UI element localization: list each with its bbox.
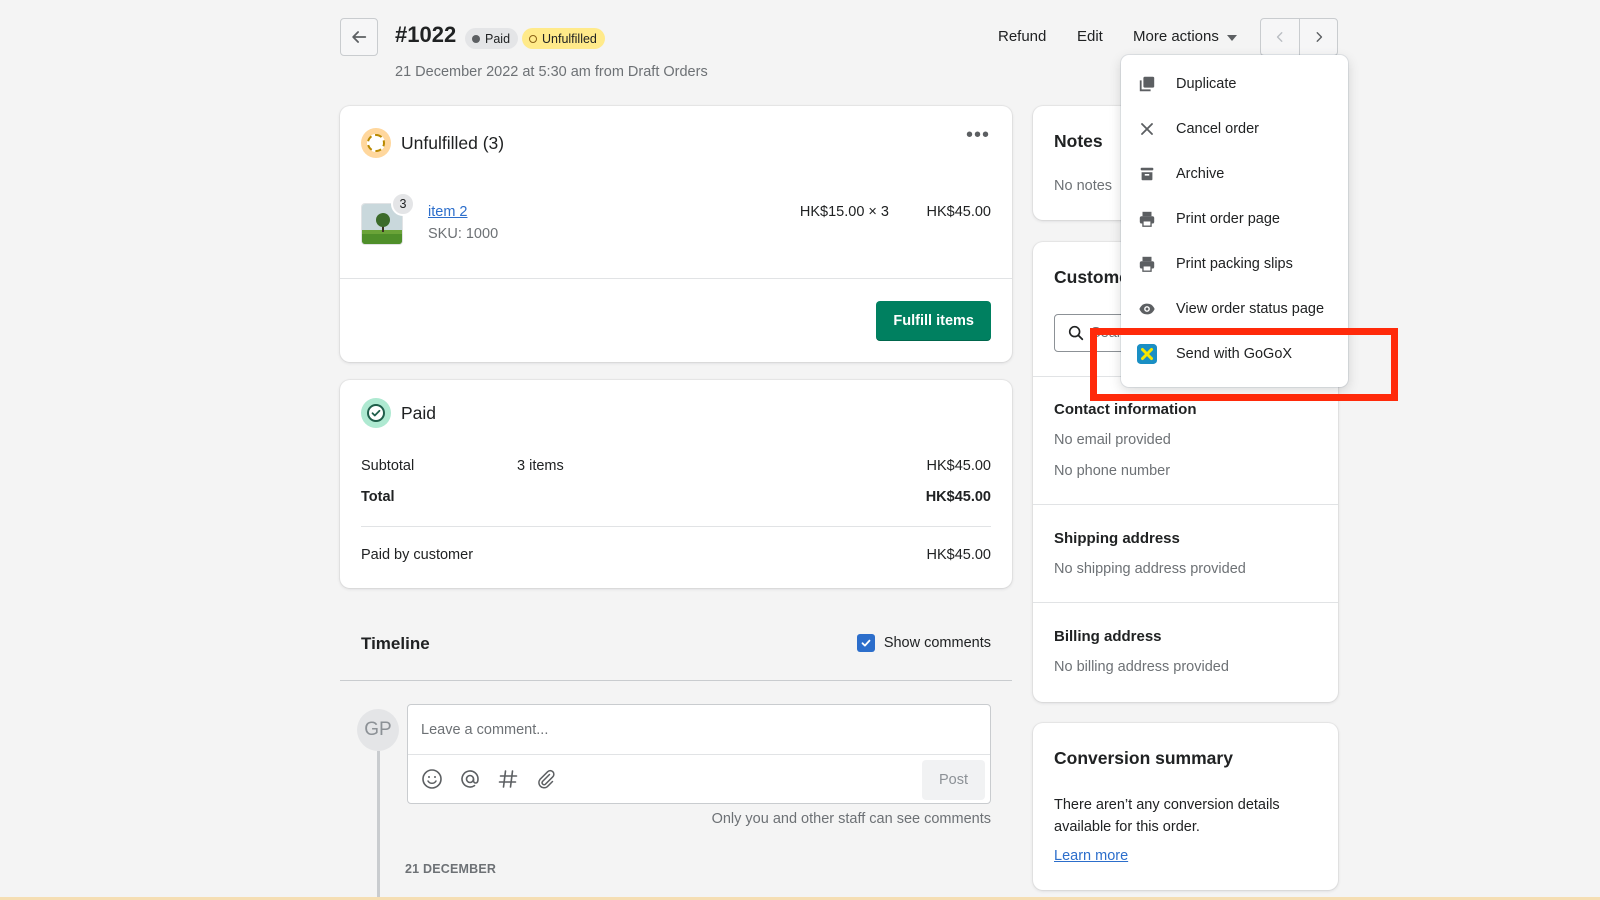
arrow-left-icon (352, 31, 367, 43)
comment-visibility-note: Only you and other staff can see comment… (711, 811, 991, 827)
timeline-date-header: 21 DECEMBER (405, 862, 497, 876)
more-options-icon[interactable]: ••• (966, 124, 990, 147)
divider (1033, 602, 1338, 603)
no-shipping-text: No shipping address provided (1054, 561, 1246, 577)
printer-icon (1137, 254, 1157, 274)
avatar: GP (357, 709, 399, 751)
archive-icon (1137, 164, 1157, 184)
unfulfilled-header: Unfulfilled (3) (361, 128, 504, 158)
timeline-divider (340, 680, 1012, 681)
menu-item-archive[interactable]: Archive (1121, 151, 1348, 196)
show-comments-label: Show comments (883, 635, 991, 651)
divider (361, 526, 991, 527)
timeline-line (377, 751, 380, 900)
conversion-text: There aren’t any conversion details avai… (1054, 797, 1280, 835)
no-phone-text: No phone number (1054, 463, 1171, 479)
previous-order-button[interactable] (1261, 19, 1299, 55)
line-item-total: HK$45.00 (926, 204, 992, 220)
more-actions-button[interactable]: More actions (1133, 28, 1237, 45)
paid-by-customer-value: HK$45.00 (926, 547, 992, 563)
menu-item-print-order-page[interactable]: Print order page (1121, 196, 1348, 241)
conversion-title: Conversion summary (1054, 748, 1233, 768)
close-icon (1137, 119, 1157, 139)
mention-icon[interactable] (458, 767, 482, 791)
no-billing-text: No billing address provided (1054, 659, 1229, 675)
unfulfilled-card: Unfulfilled (3) ••• 3 item 2 SKU: 1000 H… (340, 106, 1012, 362)
menu-item-label: Print order page (1176, 210, 1280, 227)
shipping-address-title: Shipping address (1054, 530, 1180, 547)
chevron-left-icon (1276, 32, 1283, 42)
contact-info-title: Contact information (1054, 401, 1197, 418)
menu-item-send-with-gogox[interactable]: Send with GoGoX (1121, 331, 1348, 376)
comment-composer: Post (407, 704, 991, 804)
paid-status-icon (361, 398, 391, 428)
no-email-text: No email provided (1054, 432, 1171, 448)
order-number: #1022 (395, 22, 457, 47)
subtotal-label: Subtotal (361, 458, 415, 474)
menu-item-duplicate[interactable]: Duplicate (1121, 61, 1348, 106)
total-label: Total (361, 489, 395, 505)
badge-ring-icon (529, 34, 537, 43)
comment-toolbar (420, 767, 558, 791)
show-comments-checkbox[interactable]: Show comments (856, 634, 991, 652)
menu-item-view-order-status-page[interactable]: View order status page (1121, 286, 1348, 331)
printer-icon (1137, 209, 1157, 229)
badge-dot-icon (472, 34, 480, 43)
divider (340, 278, 1012, 279)
menu-item-label: Duplicate (1176, 75, 1237, 92)
eye-icon (1137, 299, 1157, 319)
unfulfilled-title: Unfulfilled (3) (401, 132, 505, 153)
total-value: HK$45.00 (925, 489, 991, 505)
billing-address-title: Billing address (1054, 628, 1162, 645)
more-actions-menu: Duplicate Cancel order Archive Print ord… (1121, 55, 1348, 387)
line-item-sku: SKU: 1000 (428, 226, 499, 242)
notes-empty-text: No notes (1054, 178, 1113, 194)
back-button[interactable] (340, 18, 378, 56)
payment-status-badge: Paid (465, 28, 519, 49)
emoji-icon[interactable] (420, 767, 444, 791)
line-item-unit-price: HK$15.00 × 3 (799, 204, 889, 220)
fulfillment-status-badge: Unfulfilled (522, 28, 605, 49)
divider (1033, 504, 1338, 505)
comment-input[interactable] (408, 705, 990, 755)
gogox-app-icon (1137, 343, 1157, 364)
checkbox-checked-icon (856, 634, 875, 652)
paid-by-customer-label: Paid by customer (361, 547, 474, 563)
payment-header: Paid (361, 398, 436, 428)
payment-card: Paid Subtotal 3 items HK$45.00 Total HK$… (340, 380, 1012, 588)
chevron-right-icon (1316, 32, 1322, 42)
badge-label: Paid (485, 31, 511, 46)
order-pager (1260, 18, 1338, 56)
next-order-button[interactable] (1299, 19, 1337, 55)
duplicate-icon (1137, 74, 1157, 94)
subtotal-value: HK$45.00 (926, 458, 992, 474)
fulfill-items-button[interactable]: Fulfill items (876, 301, 991, 341)
notes-title: Notes (1054, 131, 1103, 151)
quantity-badge: 3 (391, 192, 415, 216)
subtotal-items: 3 items (517, 458, 564, 474)
menu-item-label: Archive (1176, 165, 1225, 182)
refund-button[interactable]: Refund (998, 28, 1046, 45)
order-subtitle: 21 December 2022 at 5:30 am from Draft O… (395, 64, 708, 80)
menu-item-label: Cancel order (1176, 120, 1260, 137)
hashtag-icon[interactable] (496, 767, 520, 791)
attachment-icon[interactable] (534, 767, 558, 791)
conversion-summary-card: Conversion summary There aren’t any conv… (1033, 723, 1338, 890)
menu-item-print-packing-slips[interactable]: Print packing slips (1121, 241, 1348, 286)
unfulfilled-status-icon (361, 128, 391, 158)
menu-item-label: View order status page (1176, 300, 1325, 317)
line-item-link[interactable]: item 2 (428, 204, 468, 220)
payment-title: Paid (401, 402, 437, 423)
post-button[interactable]: Post (922, 760, 985, 800)
menu-item-label: Send with GoGoX (1176, 345, 1293, 362)
caret-down-icon (1226, 34, 1237, 41)
badge-label: Unfulfilled (542, 31, 597, 46)
timeline-title: Timeline (361, 634, 430, 653)
learn-more-link[interactable]: Learn more (1054, 848, 1128, 864)
search-icon (1068, 325, 1084, 341)
menu-item-cancel-order[interactable]: Cancel order (1121, 106, 1348, 151)
menu-item-label: Print packing slips (1176, 255, 1293, 272)
more-actions-label: More actions (1133, 28, 1219, 45)
edit-button[interactable]: Edit (1077, 28, 1103, 45)
